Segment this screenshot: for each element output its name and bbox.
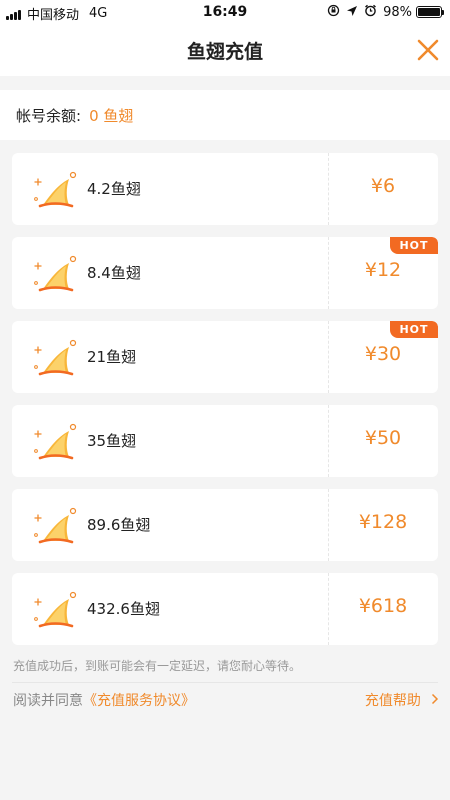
package-item[interactable]: 432.6鱼翅 ¥618 <box>12 573 438 645</box>
package-amount: 21鱼翅 <box>87 348 137 366</box>
agree-text: 阅读并同意 <box>13 693 83 709</box>
close-button[interactable] <box>412 34 444 66</box>
package-amount: 4.2鱼翅 <box>87 180 141 198</box>
chevron-right-icon <box>427 693 439 709</box>
package-amount: 35鱼翅 <box>87 432 137 450</box>
package-list: 4.2鱼翅 ¥6 8.4鱼翅 ¥12 HOT 21鱼翅 ¥30 HOT 35鱼翅… <box>12 153 438 657</box>
hot-badge: HOT <box>390 321 438 338</box>
close-icon <box>417 39 439 61</box>
status-right: 98% <box>321 4 444 20</box>
alarm-icon <box>364 4 377 20</box>
shark-fin-icon <box>34 507 77 544</box>
footer-divider <box>12 682 438 683</box>
package-item[interactable]: 4.2鱼翅 ¥6 <box>12 153 438 225</box>
package-price: ¥128 <box>358 511 408 533</box>
delay-notice: 充值成功后，到账可能会有一定延迟，请您耐心等待。 <box>13 659 302 673</box>
hot-badge: HOT <box>390 237 438 254</box>
page-title: 鱼翅充值 <box>186 41 263 63</box>
package-amount: 8.4鱼翅 <box>87 264 141 282</box>
status-bar: 中国移动 4G 16:49 98% <box>0 0 450 24</box>
package-amount: 89.6鱼翅 <box>87 516 151 534</box>
location-icon <box>346 5 358 20</box>
recharge-help-link[interactable]: 充值帮助 <box>365 690 439 710</box>
battery-percent: 98% <box>383 4 412 20</box>
package-price: ¥12 <box>364 259 402 281</box>
package-price: ¥618 <box>358 595 408 617</box>
footer: 阅读并同意《充值服务协议》 充值帮助 <box>13 690 439 710</box>
package-item[interactable]: 35鱼翅 ¥50 <box>12 405 438 477</box>
package-price: ¥6 <box>370 175 396 197</box>
shark-fin-icon <box>34 423 77 460</box>
package-item[interactable]: 8.4鱼翅 ¥12 HOT <box>12 237 438 309</box>
package-item[interactable]: 21鱼翅 ¥30 HOT <box>12 321 438 393</box>
shark-fin-icon <box>34 171 77 208</box>
package-item[interactable]: 89.6鱼翅 ¥128 <box>12 489 438 561</box>
service-agreement-link[interactable]: 《充值服务协议》 <box>83 693 195 709</box>
balance-row: 帐号余额: 0 鱼翅 <box>0 90 450 140</box>
shark-fin-icon <box>34 339 77 376</box>
battery-icon <box>416 6 444 18</box>
recharge-help-label: 充值帮助 <box>364 693 421 709</box>
shark-fin-icon <box>34 255 77 292</box>
package-price: ¥30 <box>364 343 402 365</box>
shark-fin-icon <box>34 591 77 628</box>
package-price: ¥50 <box>364 427 402 449</box>
nav-bar: 鱼翅充值 <box>0 24 450 76</box>
rotation-lock-icon <box>327 4 340 20</box>
balance-label: 帐号余额: <box>16 106 82 125</box>
balance-value: 0 鱼翅 <box>89 106 134 125</box>
package-amount: 432.6鱼翅 <box>87 600 160 618</box>
